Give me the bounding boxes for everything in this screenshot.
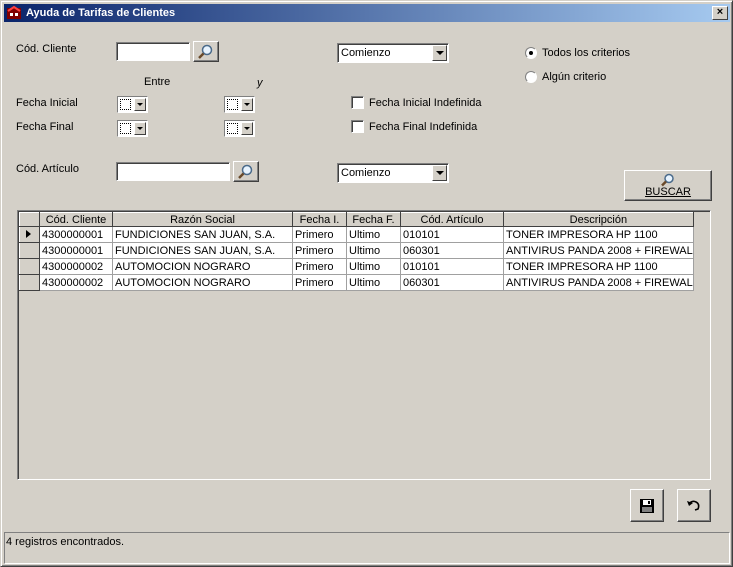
status-bar: 4 registros encontrados. (4, 532, 730, 564)
fecha-inicial-hasta-picker[interactable] (224, 96, 255, 113)
table-row[interactable]: 4300000002 AUTOMOCION NOGRARO Primero Ul… (19, 274, 694, 291)
table-header-row: Cód. Cliente Razón Social Fecha I. Fecha… (19, 212, 694, 227)
table-row[interactable]: 4300000001 FUNDICIONES SAN JUAN, S.A. Pr… (19, 226, 694, 243)
table-row[interactable]: 4300000002 AUTOMOCION NOGRARO Primero Ul… (19, 258, 694, 275)
cell-cod-cliente[interactable]: 4300000001 (39, 226, 113, 243)
radio-algun-criterio[interactable] (525, 71, 537, 83)
fecha-inicial-indef-label: Fecha Inicial Indefinida (369, 97, 482, 109)
cell-fecha-f[interactable]: Ultimo (346, 274, 401, 291)
cell-razon-social[interactable]: FUNDICIONES SAN JUAN, S.A. (112, 226, 293, 243)
row-indicator[interactable] (19, 242, 40, 259)
cell-fecha-i[interactable]: Primero (292, 226, 347, 243)
current-row-pointer-icon (26, 230, 31, 238)
cell-cod-cliente[interactable]: 4300000001 (39, 242, 113, 259)
floppy-disk-icon (640, 498, 654, 513)
magnifier-icon (661, 173, 674, 187)
cod-articulo-label: Cód. Artículo (16, 163, 79, 175)
y-label: y (257, 77, 263, 89)
fecha-inicial-desde-picker[interactable] (117, 96, 148, 113)
chevron-down-icon[interactable] (241, 98, 253, 111)
close-icon: × (716, 6, 724, 18)
cell-fecha-f[interactable]: Ultimo (346, 226, 401, 243)
radio-todos-criterios[interactable] (525, 47, 537, 59)
cell-descripcion[interactable]: TONER IMPRESORA HP 1100 (503, 226, 694, 243)
cell-fecha-i[interactable]: Primero (292, 274, 347, 291)
cell-razon-social[interactable]: AUTOMOCION NOGRARO (112, 274, 293, 291)
row-indicator[interactable] (19, 258, 40, 275)
cod-articulo-input[interactable] (116, 162, 230, 181)
row-indicator[interactable] (19, 274, 40, 291)
col-header-cod-cliente[interactable]: Cód. Cliente (39, 212, 113, 227)
entre-label: Entre (144, 76, 171, 88)
chevron-down-icon[interactable] (134, 122, 146, 135)
date-checkbox-icon[interactable] (120, 123, 131, 134)
chevron-down-icon[interactable] (134, 98, 146, 111)
cod-cliente-label: Cód. Cliente (16, 43, 77, 55)
cod-cliente-input[interactable] (116, 42, 190, 61)
fecha-final-hasta-picker[interactable] (224, 120, 255, 137)
cell-fecha-i[interactable]: Primero (292, 242, 347, 259)
cell-descripcion[interactable]: ANTIVIRUS PANDA 2008 + FIREWAL (503, 274, 694, 291)
col-header-razon-social[interactable]: Razón Social (112, 212, 293, 227)
fecha-final-indef-label: Fecha Final Indefinida (369, 121, 478, 133)
cell-cod-articulo[interactable]: 010101 (400, 258, 504, 275)
results-grid[interactable]: Cód. Cliente Razón Social Fecha I. Fecha… (17, 210, 711, 480)
cod-cliente-match-select[interactable]: Comienzo (337, 43, 449, 63)
fecha-final-indefinida-checkbox[interactable] (351, 120, 364, 133)
undo-arrow-icon (687, 500, 700, 511)
save-button[interactable] (630, 489, 664, 522)
fecha-inicial-indefinida-checkbox[interactable] (351, 96, 364, 109)
cell-razon-social[interactable]: AUTOMOCION NOGRARO (112, 258, 293, 275)
cell-cod-articulo[interactable]: 060301 (400, 242, 504, 259)
fecha-final-label: Fecha Final (16, 121, 74, 133)
cell-cod-articulo[interactable]: 060301 (400, 274, 504, 291)
date-checkbox-icon[interactable] (227, 99, 238, 110)
cod-articulo-match-select[interactable]: Comienzo (337, 163, 449, 183)
cell-cod-cliente[interactable]: 4300000002 (39, 258, 113, 275)
magnifier-icon (238, 164, 253, 179)
radio-algun-label: Algún criterio (542, 71, 607, 83)
date-checkbox-icon[interactable] (227, 123, 238, 134)
window-title: Ayuda de Tarifas de Clientes (26, 7, 176, 19)
cell-descripcion[interactable]: TONER IMPRESORA HP 1100 (503, 258, 694, 275)
cell-fecha-f[interactable]: Ultimo (346, 258, 401, 275)
magnifier-icon (198, 44, 213, 59)
cell-fecha-i[interactable]: Primero (292, 258, 347, 275)
search-cliente-button[interactable] (193, 41, 219, 62)
cell-razon-social[interactable]: FUNDICIONES SAN JUAN, S.A. (112, 242, 293, 259)
app-icon (7, 5, 21, 19)
chevron-down-icon[interactable] (241, 122, 253, 135)
search-articulo-button[interactable] (233, 161, 259, 182)
col-header-fecha-i[interactable]: Fecha I. (292, 212, 347, 227)
buscar-label: BUSCAR (645, 186, 691, 198)
fecha-final-desde-picker[interactable] (117, 120, 148, 137)
cell-descripcion[interactable]: ANTIVIRUS PANDA 2008 + FIREWAL (503, 242, 694, 259)
close-button[interactable]: × (712, 6, 728, 20)
fecha-inicial-label: Fecha Inicial (16, 97, 78, 109)
row-indicator-header (19, 212, 40, 227)
window: Ayuda de Tarifas de Clientes × Cód. Clie… (0, 0, 733, 567)
results-table: Cód. Cliente Razón Social Fecha I. Fecha… (19, 212, 694, 291)
cell-cod-articulo[interactable]: 010101 (400, 226, 504, 243)
chevron-down-icon[interactable] (432, 45, 447, 61)
row-indicator[interactable] (19, 226, 40, 243)
buscar-button[interactable]: BUSCAR (624, 170, 712, 201)
col-header-fecha-f[interactable]: Fecha F. (346, 212, 401, 227)
chevron-down-icon[interactable] (432, 165, 447, 181)
undo-button[interactable] (677, 489, 711, 522)
title-bar: Ayuda de Tarifas de Clientes × (4, 4, 730, 22)
col-header-descripcion[interactable]: Descripción (503, 212, 694, 227)
table-row[interactable]: 4300000001 FUNDICIONES SAN JUAN, S.A. Pr… (19, 242, 694, 259)
radio-todos-label: Todos los criterios (542, 47, 631, 59)
date-checkbox-icon[interactable] (120, 99, 131, 110)
cell-cod-cliente[interactable]: 4300000002 (39, 274, 113, 291)
status-text: 4 registros encontrados. (6, 536, 125, 548)
cell-fecha-f[interactable]: Ultimo (346, 242, 401, 259)
col-header-cod-articulo[interactable]: Cód. Artículo (400, 212, 504, 227)
